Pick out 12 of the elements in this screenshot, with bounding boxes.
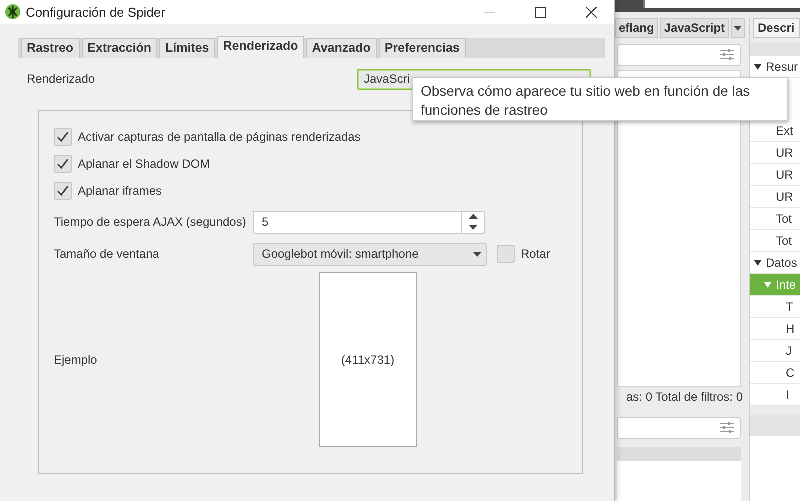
checkbox-label: Rotar: [521, 247, 550, 261]
field-label: Tamaño de ventana: [54, 247, 160, 261]
status-text: as: 0 Total de filtros: 0: [625, 389, 744, 406]
field-label: Ejemplo: [54, 352, 98, 366]
screen-preview: (411x731): [319, 272, 417, 447]
checkbox-label: Aplanar iframes: [78, 184, 162, 198]
checkbox-label: Aplanar el Shadow DOM: [78, 156, 210, 170]
window-title: Configuración de Spider: [26, 4, 166, 20]
tooltip: Observa cómo aparece tu sitio web en función de las funciones de rastreo: [412, 77, 788, 121]
field-label: Renderizado: [27, 72, 96, 86]
checkbox-label: Activar capturas de pantalla de páginas renderizadas: [78, 130, 361, 144]
field-label: Tiempo de espera AJAX (segundos): [54, 215, 248, 229]
